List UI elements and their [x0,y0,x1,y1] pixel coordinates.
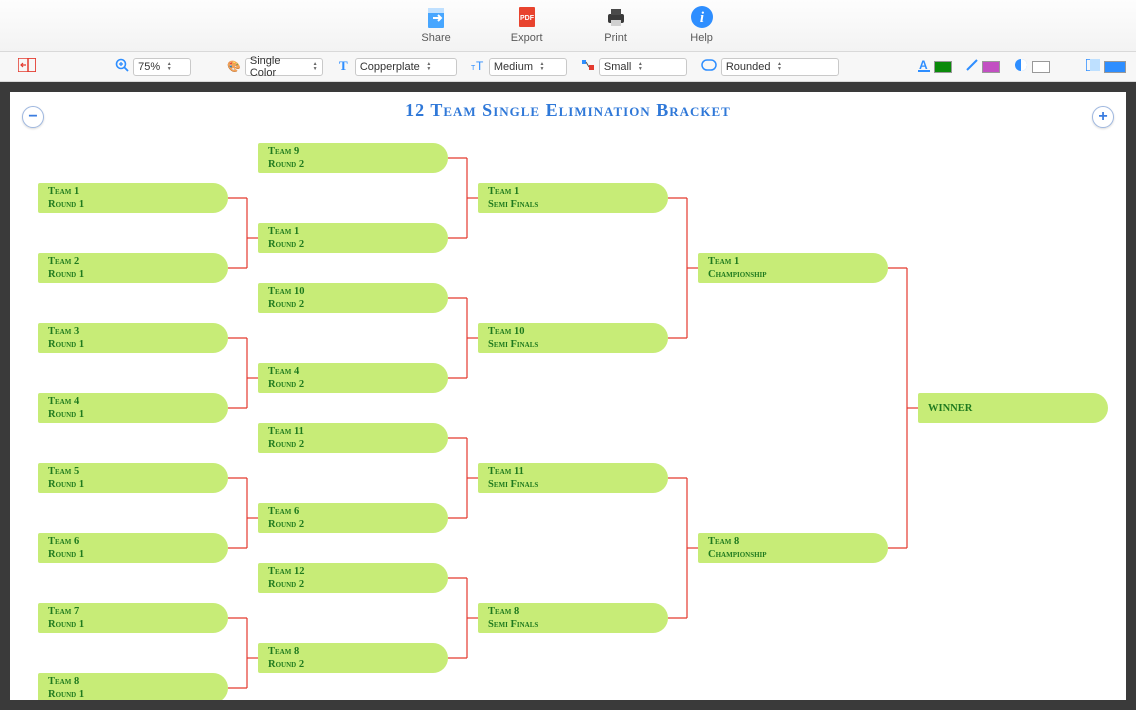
share-label: Share [421,32,450,44]
share-button[interactable]: Share [421,4,450,44]
text-size-value: Medium [494,61,533,73]
bracket-node[interactable]: Team 11Round 2 [258,423,448,453]
bracket-node[interactable]: Team 9Round 2 [258,143,448,173]
print-label: Print [604,32,627,44]
bracket-node[interactable]: Team 8Round 1 [38,673,228,700]
line-size-value: Small [604,61,632,73]
text-size-control[interactable]: TT Medium▲▼ [471,58,567,76]
color-mode-value: Single Color [250,55,307,79]
font-icon: T [337,58,351,75]
help-label: Help [690,32,713,44]
bracket-node[interactable]: Team 4Round 2 [258,363,448,393]
sidebar-toggle-icon[interactable] [18,58,36,75]
bracket-node[interactable]: Team 5Round 1 [38,463,228,493]
fill-color-icon [1014,58,1028,75]
bracket-node[interactable]: Team 8Round 2 [258,643,448,673]
bracket-node[interactable]: Team 8Semi Finals [478,603,668,633]
document-page[interactable]: 12 Team Single Elimination Bracket − + [10,92,1126,700]
color-mode-control[interactable]: 🎨 Single Color▲▼ [227,58,323,76]
bracket-node[interactable]: Team 6Round 2 [258,503,448,533]
bracket-node[interactable]: Team 11Semi Finals [478,463,668,493]
print-button[interactable]: Print [603,4,629,44]
svg-text:A: A [919,58,928,72]
page-title: 12 Team Single Elimination Bracket [10,92,1126,121]
font-value: Copperplate [360,61,420,73]
line-color-icon [966,58,978,75]
bracket-node[interactable]: Team 1Semi Finals [478,183,668,213]
export-button[interactable]: PDF Export [511,4,543,44]
svg-text:PDF: PDF [520,15,535,22]
palette-icon: 🎨 [227,60,241,73]
bg-color-icon [1086,59,1100,74]
shape-icon [701,59,717,74]
line-size-control[interactable]: Small▲▼ [581,58,687,76]
text-color-swatch[interactable] [934,61,952,73]
help-button[interactable]: i Help [689,4,715,44]
app-toolbar: Share PDF Export Print i Help [0,0,1136,52]
zoom-in-button[interactable]: + [1092,106,1114,128]
bracket-winner-node[interactable]: WINNER [918,393,1108,423]
line-color-picker[interactable] [966,58,1000,75]
zoom-icon [115,58,129,75]
bracket-node[interactable]: Team 1Championship [698,253,888,283]
bg-color-picker[interactable] [1086,59,1126,74]
svg-text:T: T [476,59,484,72]
bracket-node[interactable]: Team 12Round 2 [258,563,448,593]
zoom-value: 75% [138,61,160,73]
bracket-node[interactable]: Team 6Round 1 [38,533,228,563]
font-control[interactable]: T Copperplate▲▼ [337,58,457,76]
bracket-node[interactable]: Team 1Round 2 [258,223,448,253]
zoom-control[interactable]: 75%▲▼ [115,58,191,76]
shape-value: Rounded [726,61,771,73]
bracket-node[interactable]: Team 1Round 1 [38,183,228,213]
text-color-picker[interactable]: A [918,58,952,75]
svg-text:T: T [339,58,348,72]
bracket-node[interactable]: Team 10Semi Finals [478,323,668,353]
line-color-swatch[interactable] [982,61,1000,73]
text-size-icon: TT [471,58,485,75]
print-icon [603,4,629,30]
bracket-node[interactable]: Team 10Round 2 [258,283,448,313]
pdf-icon: PDF [514,4,540,30]
fill-color-picker[interactable] [1014,58,1050,75]
shape-control[interactable]: Rounded▲▼ [701,58,839,76]
canvas-area: 12 Team Single Elimination Bracket − + [0,82,1136,710]
zoom-out-button[interactable]: − [22,106,44,128]
options-bar: 75%▲▼ 🎨 Single Color▲▼ T Copperplate▲▼ T… [0,52,1136,82]
info-icon: i [689,4,715,30]
bracket-node[interactable]: Team 4Round 1 [38,393,228,423]
export-label: Export [511,32,543,44]
bracket-node[interactable]: Team 7Round 1 [38,603,228,633]
bg-color-swatch[interactable] [1104,61,1126,73]
bracket-node[interactable]: Team 3Round 1 [38,323,228,353]
fill-color-swatch[interactable] [1032,61,1050,73]
bracket-node[interactable]: Team 2Round 1 [38,253,228,283]
line-size-icon [581,58,595,75]
share-icon [423,4,449,30]
text-color-icon: A [918,58,930,75]
bracket-node[interactable]: Team 8Championship [698,533,888,563]
